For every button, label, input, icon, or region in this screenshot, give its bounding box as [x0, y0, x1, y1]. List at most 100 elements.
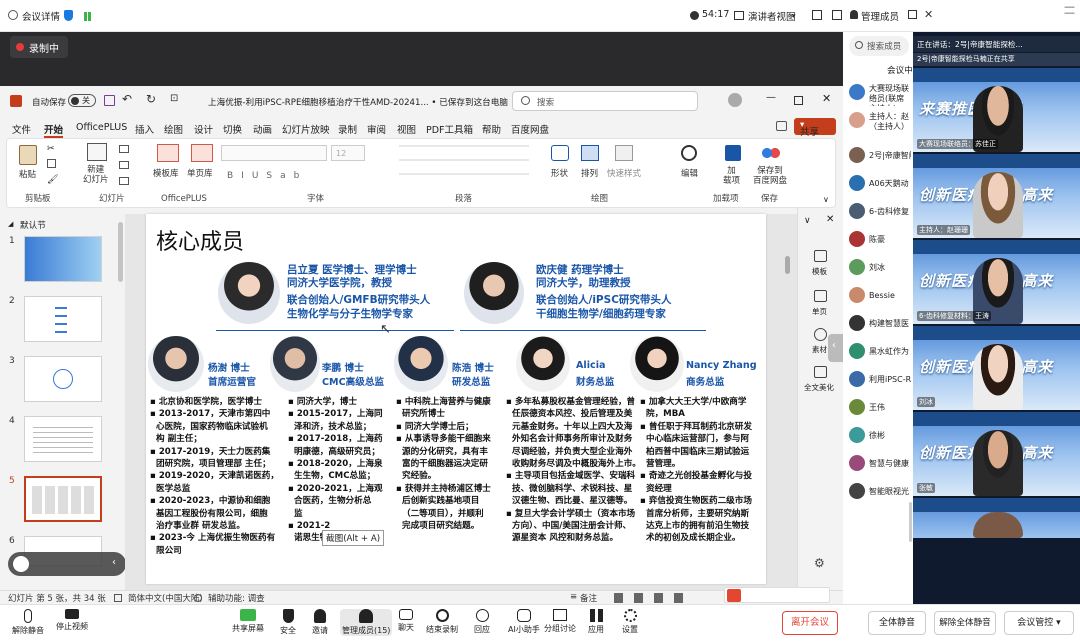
menu-file[interactable]: 文件: [12, 122, 31, 136]
ppt-search-box[interactable]: 搜索: [512, 91, 698, 111]
member-row[interactable]: 陈豪: [849, 229, 911, 249]
close-icon[interactable]: ✕: [924, 8, 933, 21]
new-slide-button[interactable]: 新建 幻灯片: [83, 165, 109, 185]
material-pane-icon[interactable]: [814, 328, 827, 341]
ime-toolbar[interactable]: [724, 587, 830, 603]
chevron-down-icon[interactable]: ▾: [792, 12, 796, 20]
member-row[interactable]: 6-齿科修复: [849, 201, 911, 221]
comment-icon[interactable]: [776, 121, 787, 131]
member-search-box[interactable]: 搜索成员: [849, 36, 909, 56]
manage-members-button[interactable]: 管理成员(15): [340, 609, 393, 636]
end-recording-button[interactable]: 结束录制: [426, 609, 458, 635]
maximize-icon[interactable]: [794, 96, 803, 105]
edit-button[interactable]: 编辑: [681, 167, 698, 179]
popout-icon[interactable]: [908, 10, 917, 19]
menu-animations[interactable]: 动画: [253, 122, 272, 136]
shape-button[interactable]: 形状: [551, 167, 568, 179]
member-row[interactable]: 主持人：赵（主持人）: [849, 112, 911, 138]
single-page-pane-icon[interactable]: [814, 290, 827, 302]
fullscreen-icon[interactable]: [812, 10, 822, 20]
accessibility-icon[interactable]: [194, 594, 202, 602]
single-page-icon[interactable]: [191, 144, 213, 162]
template-pane-icon[interactable]: [814, 250, 827, 262]
ribbon-collapse-icon[interactable]: ∨: [823, 195, 829, 204]
edit-icon[interactable]: [681, 145, 697, 161]
manage-members-label[interactable]: 管理成员: [861, 9, 899, 23]
accessibility-status[interactable]: 辅助功能: 调查: [208, 592, 265, 604]
customize-icon[interactable]: ⊡: [170, 93, 178, 104]
pane-expand-button[interactable]: ‹: [828, 334, 844, 362]
menu-help[interactable]: 帮助: [482, 122, 501, 136]
unmute-all-button[interactable]: 解除全体静音: [934, 611, 996, 635]
language-status[interactable]: 简体中文(中国大陆): [128, 592, 203, 604]
share-screen-button[interactable]: 共享屏幕: [232, 609, 264, 634]
mute-all-button[interactable]: 全体静音: [868, 611, 926, 635]
baidu-cloud-icon[interactable]: [761, 145, 781, 161]
info-icon[interactable]: [8, 10, 18, 20]
pip-icon[interactable]: [832, 10, 842, 20]
slide-thumbnail[interactable]: [24, 416, 102, 462]
settings-icon[interactable]: ⚙: [814, 556, 825, 570]
paste-icon[interactable]: [19, 145, 37, 165]
notes-button[interactable]: 备注: [580, 592, 597, 604]
menu-baidu[interactable]: 百度网盘: [511, 122, 549, 136]
video-tile[interactable]: 创新医疗 慧聚高来6-齿科修复材料：王涛: [913, 240, 1080, 324]
thumb-scrollbar[interactable]: [118, 222, 123, 282]
menu-transitions[interactable]: 切换: [223, 122, 242, 136]
chat-button[interactable]: 聊天: [398, 609, 414, 633]
settings-button[interactable]: 设置: [622, 609, 638, 635]
save-baidu-button[interactable]: 保存到 百度网盘: [753, 166, 787, 186]
reaction-button[interactable]: 回应: [474, 609, 490, 635]
beautify-pane-label[interactable]: 全文美化: [804, 382, 834, 393]
member-row[interactable]: 黑水虹作为: [849, 341, 911, 361]
section-collapse-icon[interactable]: ◢: [8, 220, 13, 228]
security-button[interactable]: 安全: [280, 609, 296, 636]
share-button[interactable]: 共享 ▾: [794, 118, 836, 138]
addin-icon[interactable]: [725, 145, 741, 161]
stop-video-button[interactable]: 停止视频: [56, 609, 88, 632]
quick-style-icon[interactable]: [615, 145, 633, 161]
member-row[interactable]: A06天鹅动: [849, 173, 911, 193]
invite-button[interactable]: 邀请: [312, 609, 328, 636]
member-row[interactable]: 智能眼视光: [849, 481, 911, 501]
template-pane-label[interactable]: 模板: [812, 266, 827, 277]
font-name-select[interactable]: [221, 145, 327, 161]
member-row[interactable]: 2号|帝康智能: [849, 145, 911, 165]
reset-icon[interactable]: [119, 161, 129, 169]
editor-scrollbar[interactable]: [785, 256, 790, 274]
cut-icon[interactable]: ✂: [47, 144, 55, 154]
copy-icon[interactable]: [47, 159, 56, 168]
breakout-button[interactable]: 分组讨论: [544, 609, 576, 634]
member-row[interactable]: Bessie: [849, 285, 911, 305]
video-tile[interactable]: [913, 498, 1080, 538]
menu-design[interactable]: 设计: [194, 122, 213, 136]
video-tile[interactable]: 创新医疗 慧聚高来主持人：赵珊珊: [913, 154, 1080, 238]
quick-style-button[interactable]: 快速样式: [607, 167, 641, 179]
view-buttons[interactable]: [614, 593, 694, 603]
single-page-pane-label[interactable]: 单页: [812, 306, 827, 317]
assistant-collapse-icon[interactable]: ‹: [112, 557, 116, 568]
slide-thumbnail-active[interactable]: [24, 476, 102, 522]
recording-indicator[interactable]: 录制中: [10, 36, 68, 58]
template-button[interactable]: 模板库: [153, 167, 179, 179]
paste-button[interactable]: 粘贴: [19, 168, 36, 180]
unmute-button[interactable]: 解除静音: [12, 609, 44, 636]
member-row[interactable]: 构建智慧医: [849, 313, 911, 333]
arrange-icon[interactable]: [581, 145, 599, 161]
leave-meeting-button[interactable]: 离开会议: [782, 611, 838, 635]
save-icon[interactable]: [104, 95, 115, 106]
pane-chevron-icon[interactable]: ∨: [804, 216, 811, 226]
autosave-toggle[interactable]: 关: [68, 94, 96, 107]
apps-button[interactable]: 应用: [588, 609, 604, 635]
slide-thumbnail[interactable]: [24, 296, 102, 342]
section-icon[interactable]: [119, 177, 129, 185]
paragraph-controls[interactable]: [399, 145, 529, 185]
arrange-button[interactable]: 排列: [581, 167, 598, 179]
more-icon[interactable]: — —: [1064, 1, 1075, 18]
video-tile[interactable]: 创新医疗 慧聚高来张敏: [913, 412, 1080, 496]
menu-slideshow[interactable]: 幻灯片放映: [282, 122, 330, 136]
template-icon[interactable]: [157, 144, 179, 162]
shield-icon[interactable]: [64, 10, 73, 21]
member-row[interactable]: 利用iPSC-R: [849, 369, 911, 389]
current-slide[interactable]: 核心成员 吕立夏 医学博士、理学博士 同济大学医学院，教授 联合创始人/GMFB…: [146, 214, 766, 584]
